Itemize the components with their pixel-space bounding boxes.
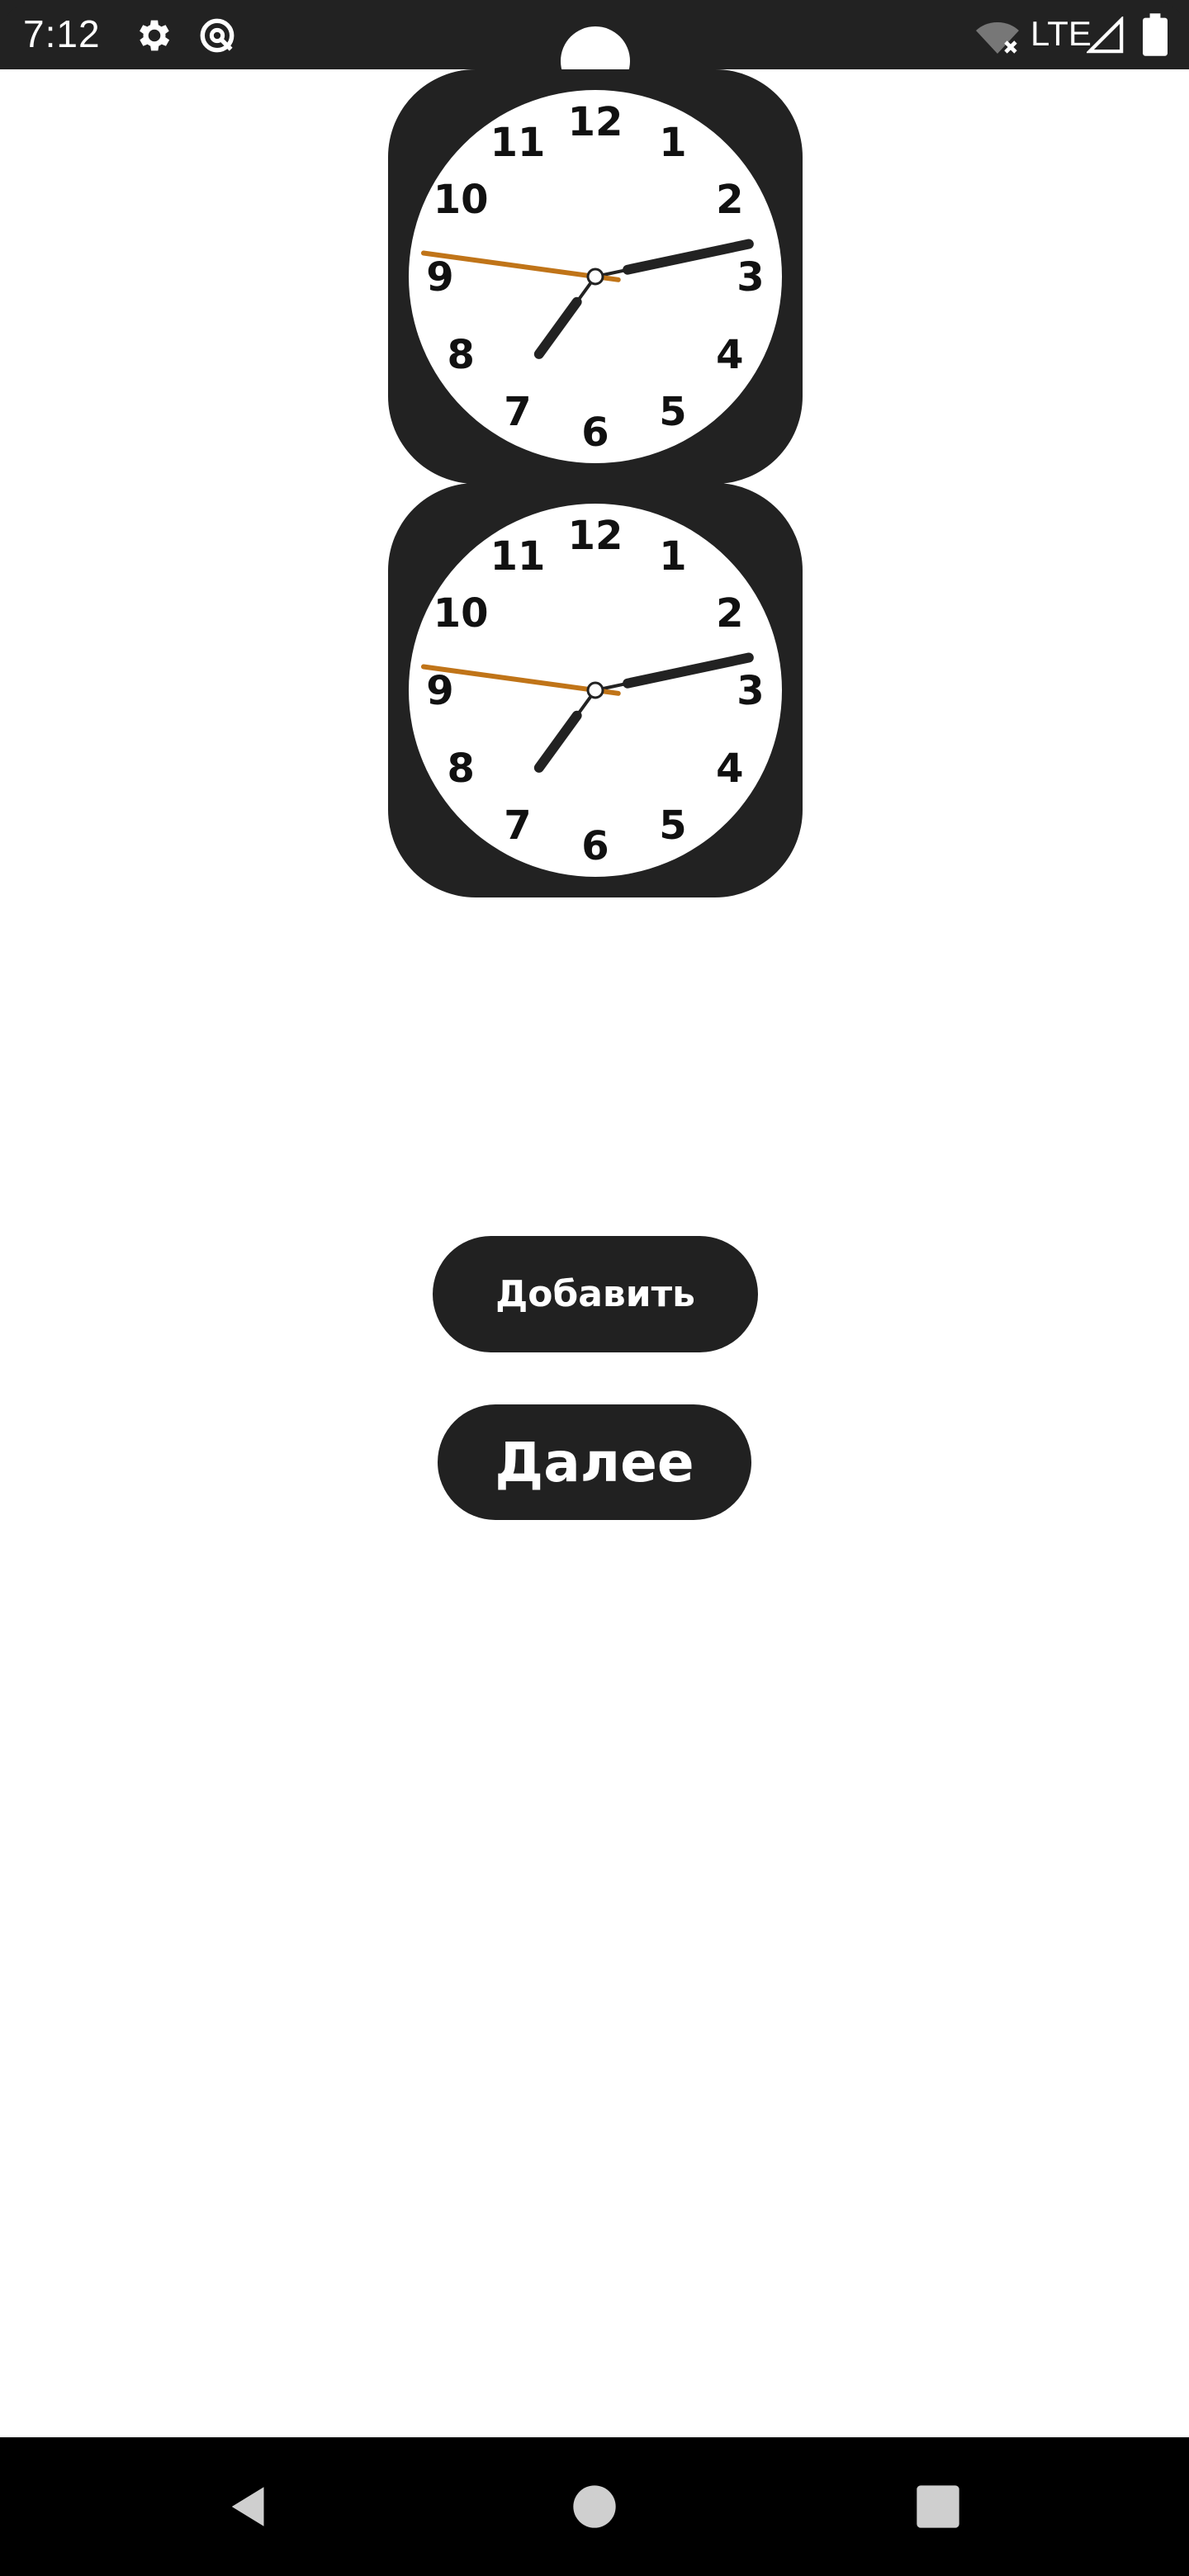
clock-face: 12 12 3 45 6 78 9 1011 [409,90,782,463]
clock-numeral: 7 [504,389,531,435]
clock-numeral: 3 [737,668,764,714]
clock-numeral: 12 [568,513,623,559]
clock-numeral: 9 [426,668,453,714]
clock-numeral: 9 [426,254,453,301]
data-saver-icon [200,18,234,53]
analog-clock: 12 1 2 3 4 5 6 7 8 9 10 11 [388,69,803,484]
clock-numeral: 5 [659,389,686,435]
clock-numeral: 1 [659,120,686,166]
center-pin [586,681,604,699]
next-button[interactable]: Далее [438,1404,751,1520]
center-pin [586,268,604,286]
clock-numeral: 7 [504,803,531,849]
back-icon [231,2487,264,2526]
clock-numeral: 6 [581,410,609,456]
home-button[interactable] [550,2462,639,2551]
wifi-off-icon [976,22,1019,54]
clock-numeral: 2 [716,177,743,223]
home-icon [573,2485,616,2528]
clock-numeral: 12 [568,99,623,145]
clock-numeral: 5 [659,803,686,849]
clock-numeral: 1 [659,533,686,580]
clock-numeral: 4 [716,332,743,378]
clock-numeral: 8 [447,332,474,378]
gear-icon [140,20,170,51]
clock-numeral: 6 [581,823,609,869]
clock-numeral: 3 [737,254,764,301]
status-time: 7:12 [23,12,101,55]
back-button[interactable] [205,2462,294,2551]
clock-numeral: 8 [447,746,474,792]
recents-button[interactable] [893,2462,983,2551]
battery-icon [1143,13,1168,56]
navigation-bar [0,2437,1189,2576]
clock-numeral: 10 [433,590,489,637]
signal-icon [1087,17,1124,54]
network-type: LTE [1030,14,1092,53]
clock-face: 12 12 3 45 6 78 9 1011 [409,504,782,877]
add-button[interactable]: Добавить [433,1236,758,1352]
clock-numeral: 10 [433,177,489,223]
clock-numeral: 11 [490,533,546,580]
analog-clock: 12 1 2 3 4 5 6 7 8 9 10 11 [388,483,803,897]
clock-numeral: 4 [716,746,743,792]
recents-icon [917,2485,959,2528]
clock-numeral: 11 [490,120,546,166]
clock-numeral: 2 [716,590,743,637]
